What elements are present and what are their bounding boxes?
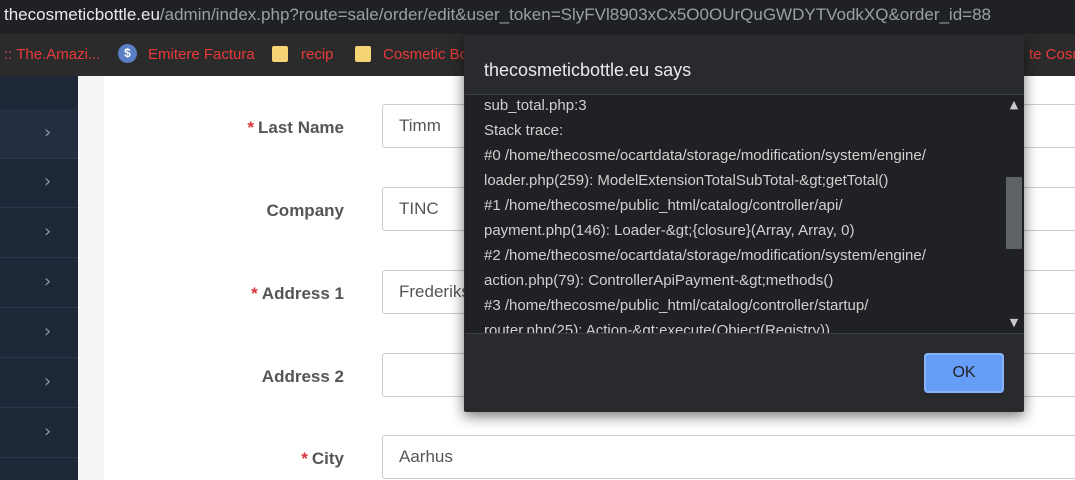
message-line: #3 /home/thecosme/public_html/catalog/co… [484,297,869,314]
city-input[interactable]: Aarhus [382,435,1075,479]
bookmark-cosmetic-bo[interactable]: Cosmetic Bo [383,46,468,63]
last-name-label: * Last Name [247,118,344,138]
sidebar-item[interactable]: › [0,358,78,408]
city-label-text: City [311,449,344,468]
sidebar-item[interactable]: › [0,208,78,258]
bookmark-cosm[interactable]: te Cosm [1029,46,1075,63]
sidebar-item[interactable]: › [0,258,78,308]
url-host: thecosmeticbottle.eu [4,5,160,24]
chevron-right-icon: › [44,321,52,342]
city-label: * City [301,449,344,469]
message-line: Stack trace: [484,122,564,139]
message-line: loader.php(259): ModelExtensionTotalSubT… [484,172,889,189]
message-line: #1 /home/thecosme/public_html/catalog/co… [484,197,843,214]
folder-icon [355,46,371,62]
address-2-label: Address 2 [261,367,344,386]
chevron-right-icon: › [44,371,52,392]
url-text[interactable]: thecosmeticbottle.eu/admin/index.php?rou… [4,5,991,25]
address-1-label: * Address 1 [251,284,344,304]
bookmark-emitere-factura[interactable]: Emitere Factura [148,46,255,63]
message-line: payment.php(146): Loader-&gt;{closure}(A… [484,222,855,239]
company-label: Company [266,201,344,220]
sidebar-item[interactable]: › [0,308,78,358]
bookmark-recip[interactable]: recip [301,46,334,63]
message-line: sub_total.php:3 [484,97,587,114]
alert-dialog: thecosmeticbottle.eu says sub_total.php:… [464,36,1024,412]
message-line: router.php(25): Action-&gt;execute(Objec… [484,322,830,334]
message-line: action.php(79): ControllerApiPayment-&gt… [484,272,834,289]
message-line: #2 /home/thecosme/ocartdata/storage/modi… [484,247,926,264]
content-gutter [78,76,104,480]
chevron-right-icon: › [44,122,52,143]
chevron-up-icon[interactable]: ▲ [1008,99,1020,111]
dialog-scrollbar[interactable]: ▲ ▼ [1004,95,1024,333]
folder-icon [272,46,288,62]
sidebar-item[interactable]: › [0,408,78,458]
sidebar-item[interactable]: › [0,158,78,208]
address-bar[interactable]: thecosmeticbottle.eu/admin/index.php?rou… [0,0,1075,34]
bookmark-amazing[interactable]: :: The.Amazi... [4,46,100,63]
required-marker: * [251,284,258,303]
message-line: #0 /home/thecosme/ocartdata/storage/modi… [484,147,926,164]
last-name-label-text: Last Name [258,118,344,137]
chevron-right-icon: › [44,171,52,192]
required-marker: * [247,118,255,137]
dialog-message-lines: sub_total.php:3 Stack trace: #0 /home/th… [484,95,984,334]
ok-button[interactable]: OK [924,353,1004,393]
chevron-right-icon: › [44,221,52,242]
sidebar: › › › › › › › [0,76,78,480]
scrollbar-thumb[interactable] [1006,177,1022,249]
dialog-title: thecosmeticbottle.eu says [484,60,692,80]
chevron-right-icon: › [44,271,52,292]
chevron-down-icon[interactable]: ▼ [1008,317,1020,329]
chevron-right-icon: › [44,421,52,442]
sidebar-item[interactable]: › [0,109,78,159]
dollar-icon: $ [118,44,137,63]
url-path: /admin/index.php?route=sale/order/edit&u… [159,5,992,24]
required-marker: * [301,449,308,468]
address-1-label-text: Address 1 [261,284,344,303]
dialog-message[interactable]: sub_total.php:3 Stack trace: #0 /home/th… [465,94,1024,334]
